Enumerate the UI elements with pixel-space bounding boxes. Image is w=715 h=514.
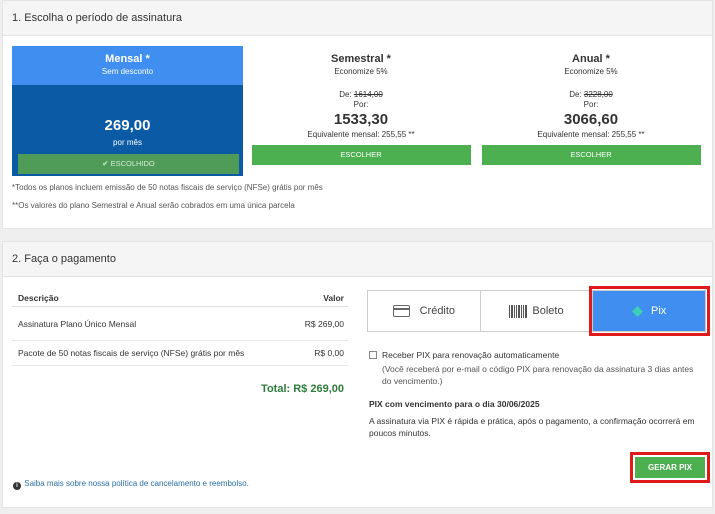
- auto-renew-checkbox[interactable]: [369, 351, 377, 359]
- plan-header: Anual * Economize 5%: [479, 46, 703, 85]
- period-panel: 1. Escolha o período de assinatura Mensa…: [2, 0, 713, 229]
- plans-note: *Todos os planos incluem emissão de 50 n…: [12, 183, 323, 192]
- row-value: R$ 269,00: [304, 318, 344, 329]
- tab-credito-label: Crédito: [419, 305, 456, 317]
- monthly-equivalent: Equivalente mensal: 255,55 **: [307, 130, 415, 139]
- column-description: Descrição: [18, 293, 59, 303]
- row-description: Pacote de 50 notas fiscais de serviço (N…: [18, 348, 245, 358]
- auto-renew-label: Receber PIX para renovação automaticamen…: [382, 350, 560, 360]
- tab-boleto[interactable]: Boleto: [481, 291, 594, 331]
- choose-button-anual[interactable]: ESCOLHER: [481, 145, 701, 165]
- order-table: Descrição Valor Assinatura Plano Único M…: [12, 293, 348, 366]
- plan-card-anual[interactable]: Anual * Economize 5% De: 3228,00 Por: 30…: [479, 46, 703, 165]
- plan-card-mensal[interactable]: Mensal * Sem desconto 269,00 por mês ✔ E…: [12, 46, 243, 176]
- plan-period: por mês: [113, 138, 142, 147]
- plan-header: Mensal * Sem desconto: [12, 46, 243, 85]
- plan-header: Semestral * Economize 5%: [249, 46, 473, 85]
- tab-credito[interactable]: Crédito: [368, 291, 481, 331]
- plan-price: 269,00: [104, 117, 151, 134]
- monthly-equivalent: Equivalente mensal: 255,55 **: [537, 130, 645, 139]
- period-panel-title: 1. Escolha o período de assinatura: [3, 1, 712, 36]
- pix-info-text: A assinatura via PIX é rápida e prática,…: [369, 416, 695, 438]
- pix-due-date: PIX com vencimento para o dia 30/06/2025: [369, 399, 540, 409]
- refund-policy-link[interactable]: i Saiba mais sobre nossa política de can…: [13, 479, 249, 490]
- info-icon: i: [13, 482, 21, 490]
- table-header: Descrição Valor: [12, 293, 348, 307]
- auto-renew-note: (Você receberá por e-mail o código PIX p…: [382, 364, 694, 386]
- choose-button-semestral[interactable]: ESCOLHER: [251, 145, 471, 165]
- installment-note: **Os valores do plano Semestral e Anual …: [12, 201, 295, 210]
- row-description: Assinatura Plano Único Mensal: [18, 318, 137, 329]
- row-value: R$ 0,00: [314, 348, 344, 358]
- tab-boleto-label: Boleto: [532, 305, 564, 317]
- old-price: 3228,00: [583, 90, 613, 99]
- pix-tab-highlight: [589, 286, 710, 336]
- old-price: 1614,00: [353, 90, 383, 99]
- chosen-button[interactable]: ✔ ESCOLHIDO: [18, 154, 239, 174]
- barcode-icon: [509, 304, 528, 318]
- refund-policy-text: Saiba mais sobre nossa política de cance…: [24, 479, 249, 488]
- generate-pix-highlight: [630, 452, 710, 483]
- plan-discount: Sem desconto: [101, 67, 154, 76]
- plan-price: 1533,30: [333, 111, 389, 128]
- auto-renew-option[interactable]: Receber PIX para renovação automaticamen…: [369, 350, 704, 360]
- payment-panel: 2. Faça o pagamento Descrição Valor Assi…: [2, 241, 713, 508]
- plan-body: 269,00 por mês ✔ ESCOLHIDO: [12, 85, 243, 176]
- table-row: Assinatura Plano Único Mensal R$ 269,00: [12, 307, 348, 341]
- por-label: Por:: [583, 100, 599, 109]
- old-price-line: De: 1614,00: [339, 90, 383, 99]
- plan-card-semestral[interactable]: Semestral * Economize 5% De: 1614,00 Por…: [249, 46, 473, 165]
- pix-options: Receber PIX para renovação automaticamen…: [369, 350, 704, 439]
- plan-discount: Economize 5%: [334, 67, 388, 76]
- column-value: Valor: [323, 293, 344, 303]
- payment-panel-title: 2. Faça o pagamento: [3, 242, 712, 277]
- plan-name: Anual *: [572, 53, 610, 65]
- plan-name: Semestral *: [331, 53, 391, 65]
- table-row: Pacote de 50 notas fiscais de serviço (N…: [12, 341, 348, 366]
- plan-price: 3066,60: [563, 111, 619, 128]
- plan-name: Mensal *: [105, 53, 150, 65]
- old-price-line: De: 3228,00: [569, 90, 613, 99]
- order-total: Total: R$ 269,00: [261, 383, 344, 395]
- por-label: Por:: [353, 100, 369, 109]
- credit-card-icon: [392, 305, 410, 317]
- plan-discount: Economize 5%: [564, 67, 618, 76]
